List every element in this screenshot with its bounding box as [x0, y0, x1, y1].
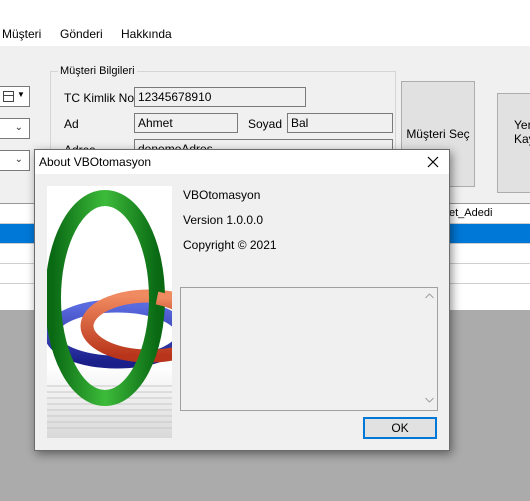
- dialog-title: About VBOtomasyon: [39, 155, 152, 169]
- chevron-down-icon: ⌄: [14, 122, 23, 133]
- new-record-button[interactable]: Yeni Kay: [497, 93, 530, 193]
- interlocked-rings-logo: [47, 186, 172, 438]
- close-icon: [427, 156, 439, 168]
- vertical-scrollbar[interactable]: [421, 288, 438, 410]
- calendar-icon: [3, 91, 14, 102]
- grid-column-header[interactable]: et_Adedi: [449, 207, 492, 219]
- date-picker[interactable]: ▼: [0, 86, 30, 107]
- menu-item-hakkinda[interactable]: Hakkında: [121, 27, 172, 41]
- menu-item-musteri[interactable]: Müşteri: [2, 27, 41, 41]
- soyad-field[interactable]: Bal: [287, 113, 393, 133]
- product-version: Version 1.0.0.0: [183, 213, 264, 227]
- description-textbox[interactable]: [180, 287, 438, 411]
- ad-label: Ad: [64, 117, 79, 131]
- menu-item-gonderi[interactable]: Gönderi: [60, 27, 103, 41]
- ad-field[interactable]: Ahmet: [134, 113, 238, 133]
- chevron-down-icon: ⌄: [14, 154, 23, 165]
- scroll-down-icon[interactable]: [421, 392, 438, 408]
- close-button[interactable]: [417, 150, 449, 174]
- chevron-down-icon: ▼: [17, 90, 25, 99]
- ok-button[interactable]: OK: [363, 417, 437, 439]
- dialog-title-bar: About VBOtomasyon: [35, 150, 449, 174]
- tc-label: TC Kimlik No: [64, 91, 135, 105]
- product-copyright: Copyright © 2021: [183, 238, 277, 252]
- tc-field[interactable]: 12345678910: [134, 87, 306, 107]
- scroll-up-icon[interactable]: [421, 288, 438, 304]
- customer-info-group-title: Müşteri Bilgileri: [58, 65, 137, 77]
- left-combo-1[interactable]: ⌄: [0, 118, 30, 139]
- main-title-bar: [0, 0, 530, 23]
- left-combo-2[interactable]: ⌄: [0, 150, 30, 171]
- about-dialog: About VBOtomasyon VBOtomasyon Version 1.…: [34, 149, 450, 451]
- soyad-label: Soyad: [248, 117, 283, 131]
- product-name: VBOtomasyon: [183, 188, 261, 202]
- menu-bar: Müşteri Gönderi Hakkında: [0, 23, 530, 46]
